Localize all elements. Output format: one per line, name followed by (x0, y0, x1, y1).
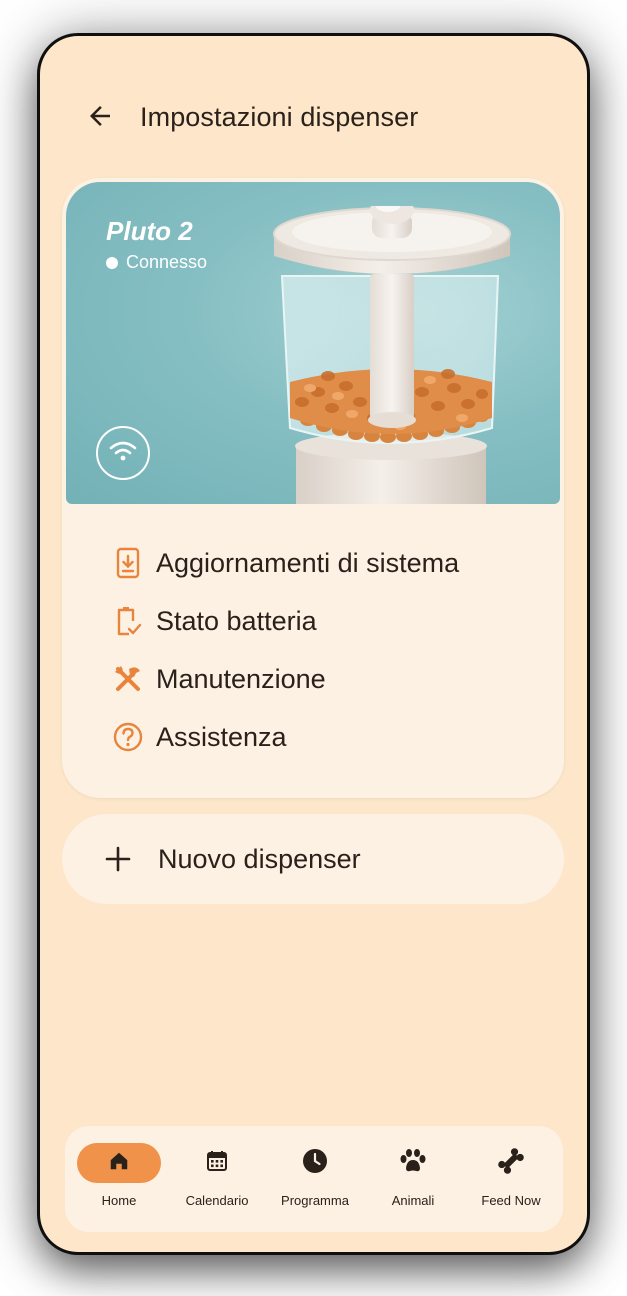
menu-item-label: Stato batteria (156, 605, 317, 636)
menu-item-label: Manutenzione (156, 663, 326, 694)
nav-item-schedule[interactable]: Programma (261, 1126, 359, 1232)
new-dispenser-button[interactable]: Nuovo dispenser (62, 814, 564, 904)
food-dispenser-image (262, 196, 552, 504)
connection-status: Connesso (106, 252, 207, 273)
nav-icon-container (371, 1143, 455, 1183)
device-hero: Pluto 2 Connesso (66, 182, 560, 504)
nav-item-feed-now[interactable]: Feed Now (457, 1126, 555, 1232)
menu-item-label: Aggiornamenti di sistema (156, 547, 460, 578)
nav-label: Home (101, 1193, 137, 1208)
status-dot (106, 256, 118, 269)
nav-item-home[interactable]: Home (65, 1126, 163, 1232)
wifi-button[interactable] (96, 426, 150, 480)
calendar-icon (205, 1149, 229, 1178)
phone-screen: Impostazioni dispenser Pluto 2 Connesso … (40, 36, 587, 1252)
nav-icon-container (469, 1143, 553, 1183)
nav-label: Animali (391, 1193, 435, 1208)
system-update-icon (110, 545, 146, 581)
nav-active-indicator (77, 1143, 161, 1183)
clock-icon (302, 1148, 328, 1179)
page-title: Impostazioni dispenser (140, 102, 419, 132)
nav-label: Feed Now (481, 1193, 541, 1208)
menu-item-support[interactable]: Assistenza (110, 708, 459, 766)
nav-icon-container (273, 1143, 357, 1183)
nav-item-pets[interactable]: Animali (359, 1126, 457, 1232)
nav-label: Programma (281, 1193, 349, 1208)
tools-icon (110, 661, 146, 697)
back-button[interactable] (78, 96, 122, 140)
plus-icon (98, 839, 138, 879)
battery-check-icon (110, 603, 146, 639)
home-icon (108, 1150, 130, 1177)
wifi-icon (109, 440, 137, 467)
menu-item-system-updates[interactable]: Aggiornamenti di sistema (110, 534, 459, 592)
arrow-back-icon (85, 101, 115, 136)
device-name: Pluto 2 (106, 216, 193, 246)
top-app-bar: Impostazioni dispenser (40, 94, 587, 150)
connection-status-label: Connesso (126, 252, 208, 272)
bottom-navigation: Home Calendario Programma Animali Feed N… (65, 1126, 563, 1232)
help-circle-icon (110, 719, 146, 755)
menu-item-battery-status[interactable]: Stato batteria (110, 592, 459, 650)
nav-label: Calendario (185, 1193, 249, 1208)
device-card: Pluto 2 Connesso Aggiornamenti di sistem… (62, 178, 564, 798)
nav-icon-container (175, 1143, 259, 1183)
menu-item-maintenance[interactable]: Manutenzione (110, 650, 459, 708)
new-dispenser-label: Nuovo dispenser (158, 844, 361, 874)
menu-item-label: Assistenza (156, 721, 287, 752)
bone-icon (497, 1147, 525, 1180)
settings-menu: Aggiornamenti di sistema Stato batteria (110, 534, 459, 766)
nav-item-calendar[interactable]: Calendario (163, 1126, 261, 1232)
paw-icon (399, 1148, 427, 1179)
